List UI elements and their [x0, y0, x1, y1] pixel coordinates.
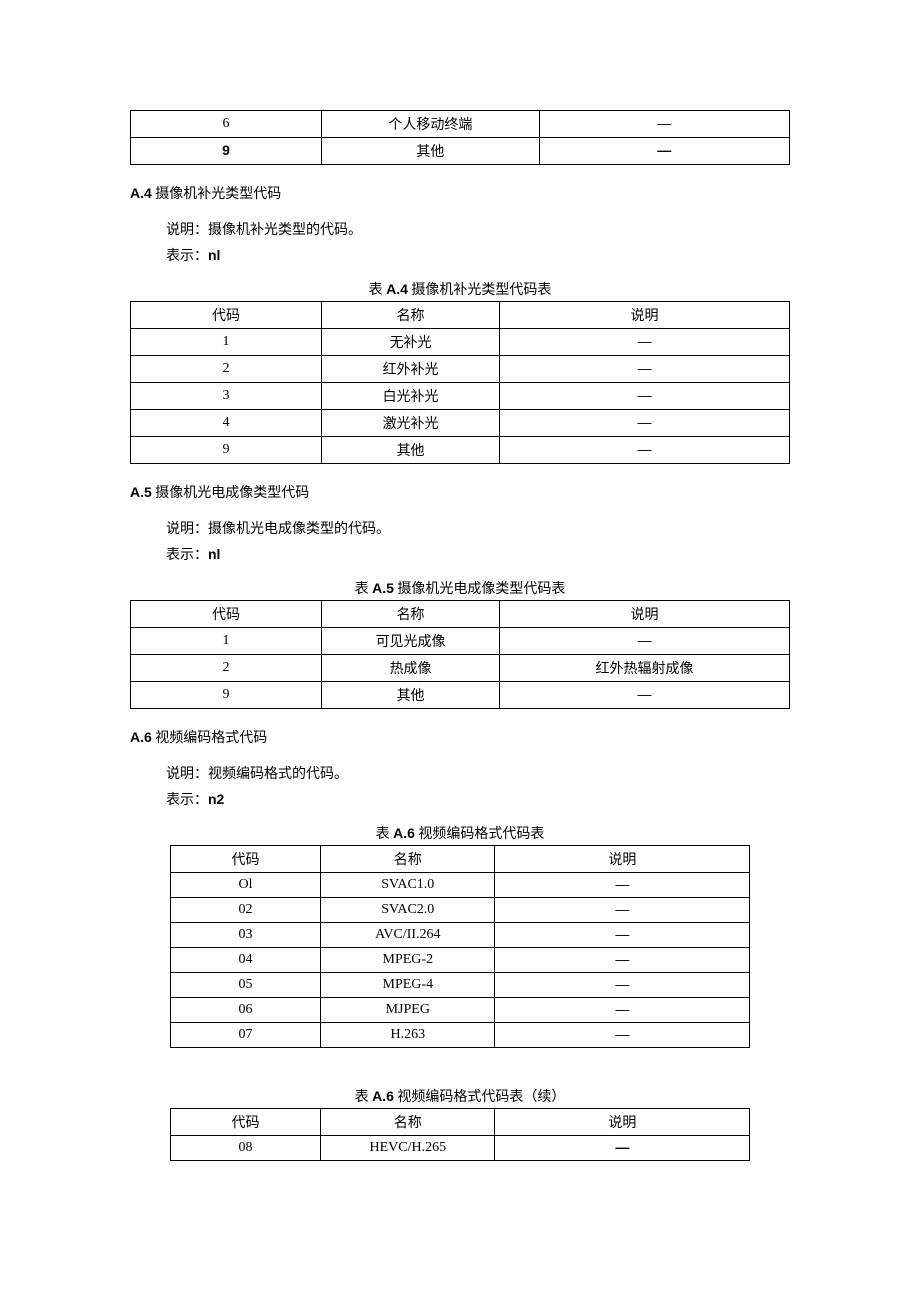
table-row: 1无补光—: [131, 329, 790, 356]
table-row: 9 其他 —: [131, 138, 790, 165]
table-a6: 代码 名称 说明 OlSVAC1.0— 02SVAC2.0— 03AVC/II.…: [170, 845, 751, 1048]
section-heading-a5: A.5 摄像机光电成像类型代码: [130, 482, 790, 502]
section-description: 说明：摄像机光电成像类型的代码。: [166, 518, 790, 538]
header-code: 代码: [170, 846, 321, 873]
table-row: 6 个人移动终端 —: [131, 111, 790, 138]
table-caption-a6-cont: 表 A.6 视频编码格式代码表（续）: [130, 1086, 790, 1106]
table-row: OlSVAC1.0—: [170, 873, 750, 898]
header-name: 名称: [321, 1109, 495, 1136]
table-row: 2热成像红外热辐射成像: [131, 655, 790, 682]
table-row: 04MPEG-2—: [170, 948, 750, 973]
table-header-row: 代码 名称 说明: [131, 302, 790, 329]
section-representation: 表示：nl: [166, 245, 790, 265]
table-row: 1可见光成像—: [131, 628, 790, 655]
section-description: 说明：视频编码格式的代码。: [166, 763, 790, 783]
partial-table-top: 6 个人移动终端 — 9 其他 —: [130, 110, 790, 165]
table-row: 05MPEG-4—: [170, 973, 750, 998]
table-row: 02SVAC2.0—: [170, 898, 750, 923]
section-representation: 表示：n2: [166, 789, 790, 809]
header-code: 代码: [170, 1109, 321, 1136]
cell-desc: —: [539, 138, 789, 165]
table-header-row: 代码 名称 说明: [131, 601, 790, 628]
table-a6-cont: 代码 名称 说明 08HEVC/H.265—: [170, 1108, 751, 1161]
table-row: 9其他—: [131, 682, 790, 709]
table-row: 08HEVC/H.265—: [170, 1136, 750, 1161]
section-heading-a4: A.4 摄像机补光类型代码: [130, 183, 790, 203]
cell-name: 其他: [322, 138, 539, 165]
header-code: 代码: [131, 302, 322, 329]
table-row: 2红外补光—: [131, 356, 790, 383]
table-row: 4激光补光—: [131, 410, 790, 437]
header-desc: 说明: [500, 601, 790, 628]
header-code: 代码: [131, 601, 322, 628]
table-row: 9其他—: [131, 437, 790, 464]
header-name: 名称: [322, 302, 500, 329]
cell-code: 9: [131, 138, 322, 165]
table-caption-a5: 表 A.5 摄像机光电成像类型代码表: [130, 578, 790, 598]
table-a5: 代码 名称 说明 1可见光成像— 2热成像红外热辐射成像 9其他—: [130, 600, 790, 709]
cell-desc: —: [539, 111, 789, 138]
header-desc: 说明: [495, 1109, 750, 1136]
cell-code: 6: [131, 111, 322, 138]
table-a4: 代码 名称 说明 1无补光— 2红外补光— 3白光补光— 4激光补光— 9其他—: [130, 301, 790, 464]
cell-name: 个人移动终端: [322, 111, 539, 138]
header-name: 名称: [322, 601, 500, 628]
header-name: 名称: [321, 846, 495, 873]
header-desc: 说明: [500, 302, 790, 329]
table-row: 3白光补光—: [131, 383, 790, 410]
section-description: 说明：摄像机补光类型的代码。: [166, 219, 790, 239]
section-heading-a6: A.6 视频编码格式代码: [130, 727, 790, 747]
table-caption-a4: 表 A.4 摄像机补光类型代码表: [130, 279, 790, 299]
table-header-row: 代码 名称 说明: [170, 846, 750, 873]
section-representation: 表示：nl: [166, 544, 790, 564]
table-row: 06MJPEG—: [170, 998, 750, 1023]
header-desc: 说明: [495, 846, 750, 873]
table-header-row: 代码 名称 说明: [170, 1109, 750, 1136]
table-row: 07H.263—: [170, 1023, 750, 1048]
table-row: 03AVC/II.264—: [170, 923, 750, 948]
table-caption-a6: 表 A.6 视频编码格式代码表: [130, 823, 790, 843]
